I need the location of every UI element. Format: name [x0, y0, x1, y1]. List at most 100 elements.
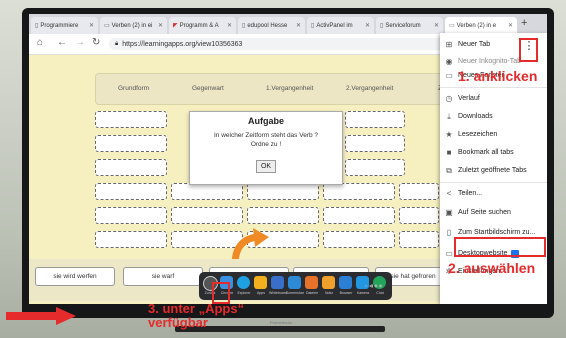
tab-4[interactable]: ▯ edupool Hesse ✕	[238, 17, 305, 34]
apps-icon[interactable]	[254, 276, 267, 289]
menu-item-history[interactable]: ◷ Verlauf	[440, 91, 547, 106]
back-icon[interactable]: ←	[57, 37, 67, 48]
dock-label: Browser	[339, 291, 353, 295]
column-header: 1.Vergangenheit	[266, 85, 314, 92]
system-tray: ▪▫ ◂▮ ◉ ◉	[365, 283, 383, 288]
drop-cell[interactable]	[345, 135, 405, 152]
red-arrow-icon	[6, 307, 76, 330]
dock-label: Notiz	[325, 291, 333, 295]
column-header: Grundform	[118, 85, 150, 92]
close-icon[interactable]: ✕	[434, 22, 439, 29]
drop-cell[interactable]	[95, 231, 167, 248]
home-icon[interactable]: ⌂	[37, 37, 43, 48]
drop-cell[interactable]	[399, 183, 439, 200]
drop-cell[interactable]	[345, 111, 405, 128]
new-tab-icon: ⊞	[445, 40, 453, 49]
dock-label: Chat	[376, 291, 384, 295]
annotation-step1: 1. anklicken	[458, 68, 538, 84]
drop-cell[interactable]	[345, 159, 405, 176]
tab-6[interactable]: ▯ Serviceforum ✕	[376, 17, 443, 34]
download-icon: ⤓	[447, 111, 451, 121]
highlight-menu-button	[519, 38, 538, 62]
close-icon[interactable]: ✕	[365, 22, 370, 29]
explorer-icon[interactable]	[237, 276, 250, 289]
forward-icon[interactable]: →	[75, 37, 85, 48]
drop-cell[interactable]	[171, 183, 243, 200]
url-text: https://learningapps.org/view10356363	[122, 40, 243, 48]
page-icon: ▭	[449, 23, 455, 29]
page-icon: ▯	[311, 23, 315, 29]
drop-cell[interactable]	[247, 207, 319, 224]
menu-item-find[interactable]: ▣ Auf Seite suchen	[440, 205, 547, 220]
drop-cell[interactable]	[95, 135, 167, 152]
close-icon[interactable]: ✕	[296, 22, 301, 29]
share-icon: <	[446, 189, 452, 198]
drop-cell[interactable]	[247, 183, 319, 200]
drop-cell[interactable]	[323, 207, 395, 224]
dialog-title: Aufgabe	[248, 116, 284, 126]
new-tab-button[interactable]: +	[521, 17, 527, 29]
close-icon[interactable]: ✕	[158, 22, 163, 29]
page-icon: ▯	[380, 23, 384, 29]
window-icon: ▭	[445, 71, 453, 80]
answer-card[interactable]: sie warf	[123, 267, 203, 286]
whiteboard-icon[interactable]	[271, 276, 284, 289]
close-icon[interactable]: ✕	[227, 22, 232, 29]
drop-cell[interactable]	[95, 183, 167, 200]
menu-item-bookmark-all[interactable]: ■ Bookmark all tabs	[440, 145, 547, 160]
drop-cell[interactable]	[399, 231, 439, 248]
task-dialog: Aufgabe In welcher Zeitform steht das Ve…	[189, 111, 343, 185]
menu-item-share[interactable]: < Teilen...	[440, 186, 547, 201]
highlight-add-to-home	[454, 237, 546, 257]
ok-button[interactable]: OK	[256, 160, 276, 173]
tab-2[interactable]: ▭ Verben (2) in ei ✕	[100, 17, 167, 34]
answer-card[interactable]: sie wird werfen	[35, 267, 115, 286]
dock-label: Explorer	[237, 291, 251, 295]
dialog-text: In welcher Zeitform steht das Verb ? Ord…	[213, 132, 319, 148]
drop-cell[interactable]	[95, 159, 167, 176]
browser-icon[interactable]	[339, 276, 352, 289]
recent-tabs-icon: ⧉	[446, 165, 452, 175]
drop-cell[interactable]	[323, 183, 395, 200]
reload-icon[interactable]: ↻	[92, 37, 100, 48]
menu-divider	[440, 182, 547, 183]
address-bar[interactable]: 🔒︎ https://learningapps.org/view10356363	[109, 38, 449, 50]
star-icon: ★	[445, 130, 453, 139]
drop-cell[interactable]	[95, 207, 167, 224]
drop-cell[interactable]	[399, 207, 439, 224]
incognito-icon: ◉	[445, 57, 453, 66]
tab-5[interactable]: ▯ ActivPanel im ✕	[307, 17, 374, 34]
note-icon[interactable]	[322, 276, 335, 289]
files-icon[interactable]	[305, 276, 318, 289]
folder-icon: ■	[446, 148, 452, 157]
close-icon[interactable]: ✕	[89, 22, 94, 29]
dock-label: Screenshare	[286, 291, 304, 295]
annotation-step3: 3. unter „Apps“ verfügbar	[148, 301, 245, 330]
annotation-step2: 2. auswählen	[448, 260, 536, 276]
app-icon: ◤	[173, 23, 178, 29]
menu-divider	[440, 87, 547, 88]
add-home-icon: ▯	[446, 228, 452, 237]
close-icon[interactable]: ✕	[508, 22, 513, 29]
lock-icon: 🔒︎	[115, 40, 119, 47]
drop-cell[interactable]	[171, 207, 243, 224]
dock-label: Dateien	[305, 291, 319, 295]
history-icon: ◷	[445, 94, 453, 103]
page-icon: ▯	[35, 23, 39, 29]
drop-cell[interactable]	[323, 231, 395, 248]
screenshare-icon[interactable]	[288, 276, 301, 289]
tab-active[interactable]: ▭ Verben (2) in e ✕	[445, 17, 517, 34]
menu-item-recent-tabs[interactable]: ⧉ Zuletzt geöffnete Tabs	[440, 163, 547, 178]
column-header: Gegenwart	[192, 85, 224, 92]
page-icon: ▭	[104, 23, 110, 29]
dock-label: Whiteboard	[269, 291, 287, 295]
column-header: 2.Vergangenheit	[346, 85, 394, 92]
menu-item-downloads[interactable]: ⤓ Downloads	[440, 109, 547, 124]
tab-3[interactable]: ◤ Programm & A ✕	[169, 17, 236, 34]
brand-logo: Promethean	[270, 320, 292, 325]
dock-label: Kamera	[356, 291, 370, 295]
tab-1[interactable]: ▯ Programmiere ✕	[31, 17, 98, 34]
drop-cell[interactable]	[95, 111, 167, 128]
dock-label: Apps	[257, 291, 265, 295]
menu-item-bookmarks[interactable]: ★ Lesezeichen	[440, 127, 547, 142]
